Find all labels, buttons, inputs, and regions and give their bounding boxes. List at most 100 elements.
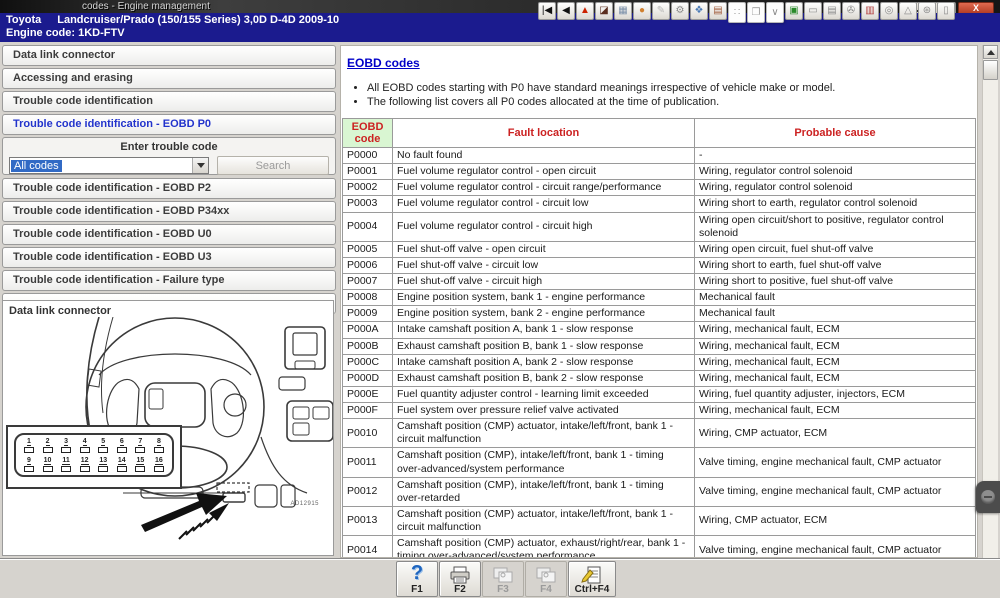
figure-reference-label: AD12915 bbox=[290, 501, 319, 507]
table-row: P0007Fuel shut-off valve - circuit highW… bbox=[343, 274, 976, 290]
intro-bullets: All EOBD codes starting with P0 have sta… bbox=[341, 82, 977, 108]
pin-16: 16 bbox=[152, 457, 166, 473]
column-header-probable-cause: Probable cause bbox=[695, 119, 976, 148]
back-icon[interactable]: ◀ bbox=[557, 2, 575, 20]
table-row: P000CIntake camshaft position A, bank 2 … bbox=[343, 354, 976, 370]
bullet-item: The following list covers all P0 codes a… bbox=[367, 96, 977, 108]
diagnostics-icon[interactable]: ❖ bbox=[690, 2, 708, 20]
manual-icon[interactable]: ▤ bbox=[709, 2, 727, 20]
table-row: P0003Fuel volume regulator control - cir… bbox=[343, 196, 976, 212]
app-window: codes - Engine management X |◀◀▲◪▦●✎⚙❖▤∷… bbox=[0, 0, 1000, 597]
table-row: P000DExhaust camshaft position B, bank 2… bbox=[343, 370, 976, 386]
table-row: P0000No fault found- bbox=[343, 148, 976, 164]
pin-4: 4 bbox=[78, 438, 92, 454]
scroll-handle[interactable] bbox=[976, 481, 1000, 513]
window-title: codes - Engine management bbox=[82, 1, 210, 12]
repair-times-icon[interactable]: ✇ bbox=[842, 2, 860, 20]
chevron-down-icon bbox=[197, 163, 205, 168]
table-row: P0002Fuel volume regulator control - cir… bbox=[343, 180, 976, 196]
codes-table: EOBD code Fault location Probable cause … bbox=[342, 118, 976, 558]
data-link-connector-panel: Data link connector bbox=[2, 300, 334, 556]
pictures-icon bbox=[492, 564, 514, 585]
hazard-icon[interactable]: △ bbox=[899, 2, 917, 20]
battery-icon[interactable]: ▯ bbox=[937, 2, 955, 20]
warning-icon[interactable]: ▲ bbox=[576, 2, 594, 20]
obd-connector-outline: 12345678 910111213141516 bbox=[14, 433, 174, 477]
sidebar-item-accessing-erasing[interactable]: Accessing and erasing bbox=[2, 68, 336, 89]
gear-icon[interactable]: ⚙ bbox=[671, 2, 689, 20]
first-page-icon[interactable]: |◀ bbox=[538, 2, 556, 20]
pin-8: 8 bbox=[152, 438, 166, 454]
table-row: P0010Camshaft position (CMP) actuator, i… bbox=[343, 419, 976, 448]
pin-13: 13 bbox=[96, 457, 110, 473]
sidebar-item-eobd-p34xx[interactable]: Trouble code identification - EOBD P34xx bbox=[2, 201, 336, 222]
expand-icon[interactable]: ❐ bbox=[747, 2, 765, 23]
search-label: Enter trouble code bbox=[9, 141, 329, 153]
sidebar-item-data-link-connector[interactable]: Data link connector bbox=[2, 45, 336, 66]
obd-connector-inset: 12345678 910111213141516 bbox=[6, 425, 182, 489]
engine-management-icon[interactable]: ▣ bbox=[785, 2, 803, 20]
wheel-icon[interactable]: ◎ bbox=[880, 2, 898, 20]
table-row: P0004Fuel volume regulator control - cir… bbox=[343, 212, 976, 241]
page-title: EOBD codes bbox=[347, 56, 977, 70]
combobox-dropdown-button[interactable] bbox=[192, 158, 208, 173]
table-row: P000EFuel quantity adjuster control - le… bbox=[343, 386, 976, 402]
table-row: P0011Camshaft position (CMP), intake/lef… bbox=[343, 448, 976, 477]
scroll-knob-icon bbox=[981, 490, 995, 504]
pin-11: 11 bbox=[59, 457, 73, 473]
pen-icon[interactable]: ✎ bbox=[652, 2, 670, 20]
toolbox-icon[interactable]: ▥ bbox=[861, 2, 879, 20]
blueprint-icon[interactable]: ▦ bbox=[614, 2, 632, 20]
chevron-down-icon[interactable]: ∨ bbox=[766, 2, 784, 23]
main-content: EOBD codes All EOBD codes starting with … bbox=[340, 45, 978, 558]
pin-9: 9 bbox=[22, 457, 36, 473]
notes-button[interactable]: Ctrl+F4 bbox=[568, 561, 616, 597]
table-row: P0014Camshaft position (CMP) actuator, e… bbox=[343, 536, 976, 558]
vehicle-model: Landcruiser/Prado (150/155 Series) 3,0D … bbox=[57, 14, 339, 26]
sidebar-item-eobd-p0[interactable]: Trouble code identification - EOBD P0 bbox=[2, 114, 336, 135]
pin-7: 7 bbox=[133, 438, 147, 454]
sidebar-item-eobd-p2[interactable]: Trouble code identification - EOBD P2 bbox=[2, 178, 336, 199]
table-row: P0012Camshaft position (CMP), intake/lef… bbox=[343, 477, 976, 506]
sidebar-item-eobd-u3[interactable]: Trouble code identification - EOBD U3 bbox=[2, 247, 336, 268]
pin-6: 6 bbox=[115, 438, 129, 454]
globe-icon[interactable]: ● bbox=[633, 2, 651, 20]
function-key-bar: ? F1 F2 F3 F4 bbox=[0, 559, 1000, 598]
pin-3: 3 bbox=[59, 438, 73, 454]
exit-door-icon[interactable]: ◪ bbox=[595, 2, 613, 20]
trouble-code-search-group: Enter trouble code All codes Search bbox=[2, 137, 336, 175]
table-row: P0006Fuel shut-off valve - circuit lowWi… bbox=[343, 257, 976, 273]
engine-icon[interactable]: ▤ bbox=[823, 2, 841, 20]
help-button[interactable]: ? F1 bbox=[396, 561, 438, 597]
pin-5: 5 bbox=[96, 438, 110, 454]
print-button[interactable]: F2 bbox=[439, 561, 481, 597]
column-header-code: EOBD code bbox=[343, 119, 393, 148]
search-button[interactable]: Search bbox=[217, 156, 329, 175]
table-row: P0008Engine position system, bank 1 - en… bbox=[343, 290, 976, 306]
document-pencil-icon bbox=[581, 564, 603, 585]
vehicle-brand: Toyota bbox=[6, 14, 41, 26]
parts-icon[interactable]: ⊛ bbox=[918, 2, 936, 20]
combobox-value: All codes bbox=[11, 160, 62, 172]
scroll-up-button[interactable] bbox=[983, 45, 998, 59]
sidebar-item-trouble-code-identification[interactable]: Trouble code identification bbox=[2, 91, 336, 112]
close-icon: X bbox=[973, 4, 979, 13]
grid-handle-icon[interactable]: ∷ bbox=[728, 2, 746, 23]
help-icon: ? bbox=[411, 562, 423, 585]
table-row: P0009Engine position system, bank 2 - en… bbox=[343, 306, 976, 322]
table-row: P0013Camshaft position (CMP) actuator, i… bbox=[343, 506, 976, 535]
table-row: P0001Fuel volume regulator control - ope… bbox=[343, 164, 976, 180]
bullet-item: All EOBD codes starting with P0 have sta… bbox=[367, 82, 977, 94]
code-combobox[interactable]: All codes bbox=[9, 157, 209, 174]
pin-14: 14 bbox=[115, 457, 129, 473]
table-row: P000FFuel system over pressure relief va… bbox=[343, 403, 976, 419]
pin-12: 12 bbox=[78, 457, 92, 473]
table-row: P000BExhaust camshaft position B, bank 1… bbox=[343, 338, 976, 354]
sidebar-item-failure-type[interactable]: Trouble code identification - Failure ty… bbox=[2, 270, 336, 291]
pins-top: 12345678 bbox=[22, 438, 166, 454]
pin-1: 1 bbox=[22, 438, 36, 454]
car-body-icon[interactable]: ▭ bbox=[804, 2, 822, 20]
scrollbar-thumb[interactable] bbox=[983, 60, 998, 80]
sidebar-item-eobd-u0[interactable]: Trouble code identification - EOBD U0 bbox=[2, 224, 336, 245]
pins-bottom: 910111213141516 bbox=[22, 457, 166, 473]
